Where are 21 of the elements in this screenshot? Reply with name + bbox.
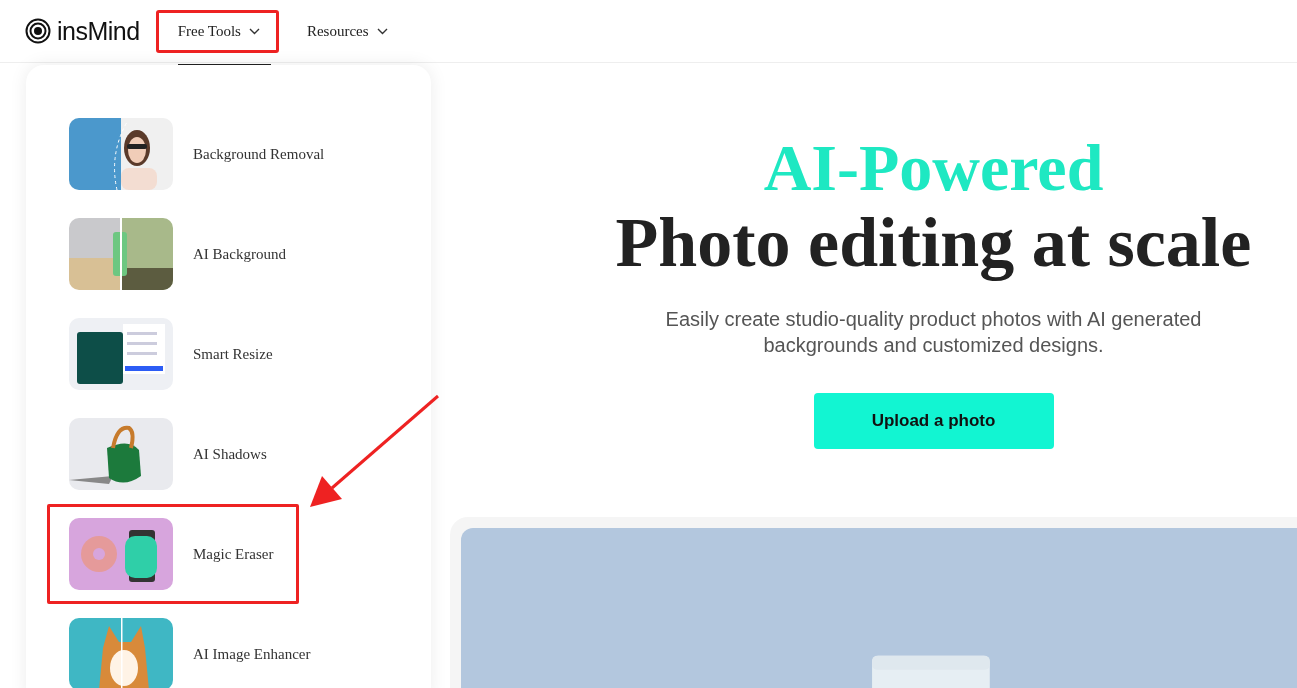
- tool-label: Background Removal: [193, 145, 325, 163]
- hero-title: Photo editing at scale: [615, 206, 1252, 280]
- tool-menu-item[interactable]: Background Removal: [47, 104, 340, 204]
- tool-menu-item[interactable]: Magic Eraser: [47, 504, 299, 604]
- tool-label: AI Background: [193, 245, 286, 263]
- tool-label: Magic Eraser: [193, 545, 274, 563]
- tool-label: AI Shadows: [193, 445, 267, 463]
- hero-accent-title: AI-Powered: [763, 133, 1104, 203]
- chevron-down-icon: [376, 27, 388, 35]
- tool-menu-item[interactable]: Smart Resize: [47, 304, 299, 404]
- hero-subtitle: Easily create studio-quality product photos with AI generated backgrounds and customized designs.: [664, 307, 1203, 358]
- logo-icon: [25, 18, 51, 44]
- tool-menu-item[interactable]: AI Shadows: [47, 404, 299, 504]
- upload-button[interactable]: Upload a photo: [813, 393, 1054, 449]
- tool-menu-item[interactable]: AI Background: [47, 204, 301, 304]
- chevron-down-icon: [248, 27, 260, 35]
- nav-menu-button[interactable]: Resources: [284, 9, 407, 53]
- tool-label: AI Image Enhancer: [193, 645, 311, 663]
- tool-menu-item[interactable]: AI Image Enhancer: [47, 604, 326, 688]
- tool-label: Smart Resize: [193, 345, 273, 363]
- logo-text[interactable]: insMind: [57, 16, 140, 46]
